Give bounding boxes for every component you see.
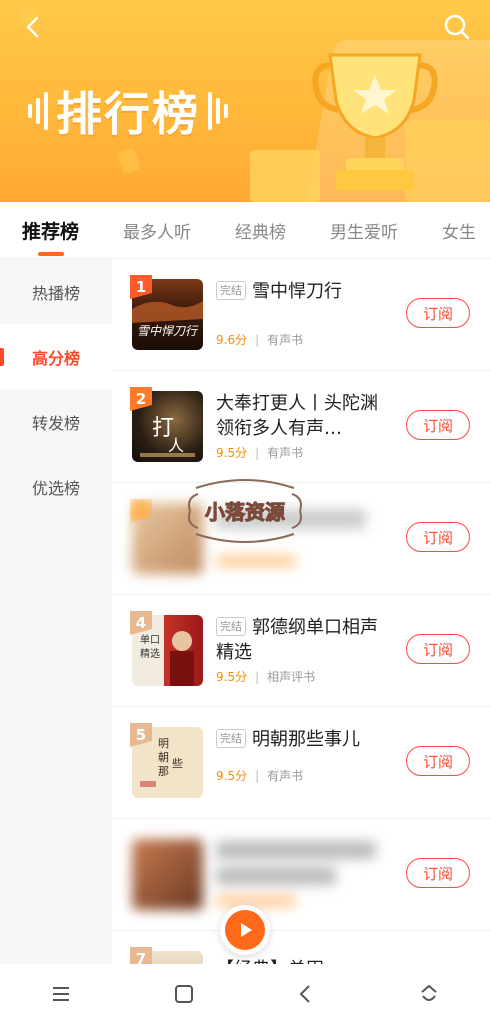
item-info: 完结 郭德纲单口相声精选 — [216, 615, 386, 665]
svg-text:精选: 精选 — [140, 647, 160, 660]
svg-text:雪中悍刀行: 雪中悍刀行 — [137, 324, 199, 338]
item-info: 完结 雪中悍刀行 — [216, 279, 386, 304]
sidebar-item-high-score[interactable]: 高分榜 — [0, 324, 112, 389]
back-icon — [299, 985, 310, 1003]
sidebar-item-shared[interactable]: 转发榜 — [0, 389, 112, 454]
play-button[interactable] — [220, 905, 270, 955]
item-title: 雪中悍刀行 — [252, 281, 342, 302]
item-info: 完结 明朝那些事儿 — [216, 727, 386, 752]
home-button[interactable] — [159, 974, 209, 1014]
svg-text:些: 些 — [172, 756, 183, 770]
completed-tag: 完结 — [216, 729, 246, 748]
header-banner: 排行榜 — [0, 0, 490, 202]
item-title: 明朝那些事儿 — [252, 729, 360, 750]
tab-recommend[interactable]: 推荐榜 — [22, 217, 79, 256]
item-meta: 9.5分 | 有声书 — [216, 446, 304, 460]
item-category: 有声书 — [267, 769, 304, 783]
subscribe-button[interactable]: 订阅 — [406, 634, 470, 664]
system-navigation-bar — [0, 964, 490, 1024]
list-item[interactable]: 订阅 — [112, 819, 490, 931]
list-item[interactable]: 打 人 2 大奉打更人丨头陀渊领衔多人有声… 9.5分 | 有声书 订阅 — [112, 371, 490, 483]
banner-confetti — [116, 147, 142, 175]
search-icon — [444, 14, 470, 40]
svg-text:朝: 朝 — [158, 751, 169, 764]
tab-classic[interactable]: 经典榜 — [235, 218, 286, 243]
category-tabs: 推荐榜 最多人听 经典榜 男生爱听 女生 — [0, 202, 490, 259]
list-item[interactable]: 单口 精选 4 完结 郭德纲单口相声精选 9.5分 | 相声评书 订阅 — [112, 595, 490, 707]
menu-icon — [53, 987, 70, 1001]
subscribe-button[interactable]: 订阅 — [406, 746, 470, 776]
item-category: 相声评书 — [267, 670, 316, 684]
assistant-button[interactable] — [404, 974, 454, 1014]
subscribe-button[interactable]: 订阅 — [406, 410, 470, 440]
svg-text:人: 人 — [168, 436, 184, 455]
ranking-list: 雪中悍刀行 1 完结 雪中悍刀行 9.6分 | 有声书 订阅 打 人 2 大奉打更人丨… — [112, 259, 490, 979]
list-item[interactable]: 雪中悍刀行 1 完结 雪中悍刀行 9.6分 | 有声书 订阅 — [112, 259, 490, 371]
item-score: 9.5分 — [216, 769, 248, 783]
chevron-left-icon — [26, 16, 39, 38]
item-meta: 9.5分 | 相声评书 — [216, 670, 316, 684]
completed-tag: 完结 — [216, 617, 246, 636]
item-category: 有声书 — [267, 446, 304, 460]
title-group: 排行榜 — [20, 76, 236, 146]
trophy-icon — [312, 53, 438, 190]
subscribe-button[interactable]: 订阅 — [406, 298, 470, 328]
svg-text:那: 那 — [158, 765, 169, 778]
svg-text:小落资源: 小落资源 — [205, 500, 285, 524]
menu-button[interactable] — [36, 974, 86, 1014]
item-score: 9.5分 — [216, 670, 248, 684]
page-title: 排行榜 — [56, 87, 200, 141]
play-icon — [241, 923, 252, 937]
sidebar: 热播榜 高分榜 转发榜 优选榜 — [0, 259, 112, 979]
sidebar-item-selected[interactable]: 优选榜 — [0, 454, 112, 519]
cover-image — [132, 839, 203, 910]
back-button[interactable] — [18, 12, 48, 42]
sidebar-item-hot[interactable]: 热播榜 — [0, 259, 112, 324]
tab-male-favorite[interactable]: 男生爱听 — [330, 218, 398, 243]
subscribe-button[interactable]: 订阅 — [406, 522, 470, 552]
item-info-blurred — [216, 839, 386, 907]
item-meta: 9.6分 | 有声书 — [216, 333, 304, 347]
item-category: 有声书 — [267, 333, 304, 347]
item-info: 大奉打更人丨头陀渊领衔多人有声… — [216, 391, 386, 441]
system-back-button[interactable] — [281, 974, 331, 1014]
watermark-logo: 小落资源 — [188, 479, 302, 543]
title-decoration-left — [28, 92, 48, 130]
home-square-icon — [174, 985, 193, 1003]
tab-female[interactable]: 女生 — [442, 218, 476, 243]
search-button[interactable] — [442, 12, 472, 42]
assistant-icon — [421, 985, 437, 1001]
completed-tag: 完结 — [216, 281, 246, 300]
svg-text:单口: 单口 — [140, 634, 160, 646]
tab-most-listened[interactable]: 最多人听 — [123, 218, 191, 243]
item-score: 9.5分 — [216, 446, 248, 460]
item-score: 9.6分 — [216, 333, 248, 347]
list-item[interactable]: 明 朝 那 些 5 完结 明朝那些事儿 9.5分 | 有声书 订阅 — [112, 707, 490, 819]
title-decoration-right — [208, 92, 228, 130]
svg-text:明: 明 — [158, 737, 169, 750]
item-title: 大奉打更人丨头陀渊领衔多人有声… — [216, 393, 378, 439]
item-meta: 9.5分 | 有声书 — [216, 769, 304, 783]
subscribe-button[interactable]: 订阅 — [406, 858, 470, 888]
